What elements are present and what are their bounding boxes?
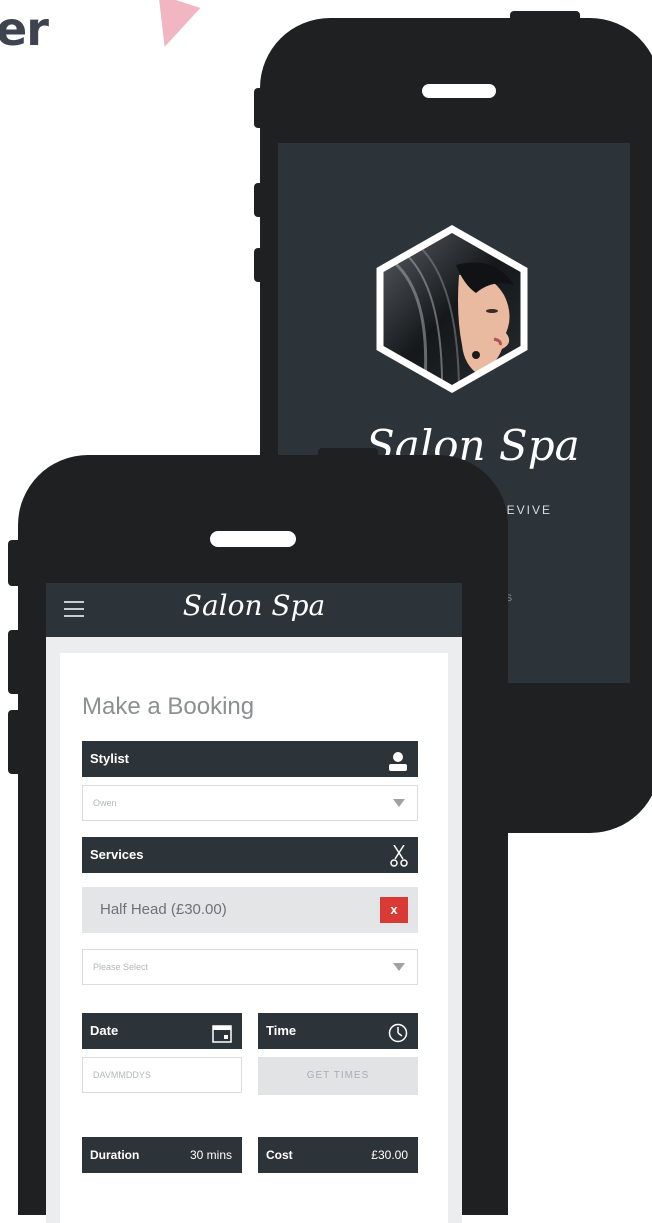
app-header: Salon Spa bbox=[46, 583, 462, 637]
power-button bbox=[510, 11, 580, 25]
service-name: Half Head (£30.00) bbox=[100, 901, 227, 918]
services-header: Services bbox=[82, 837, 418, 873]
service-item: Half Head (£30.00) x bbox=[82, 887, 418, 933]
date-label: Date bbox=[90, 1023, 119, 1038]
services-select[interactable]: Please Select bbox=[82, 949, 418, 985]
speaker-slot bbox=[422, 84, 496, 98]
mute-switch bbox=[254, 88, 268, 128]
stylist-header: Stylist bbox=[82, 741, 418, 777]
mute-switch bbox=[8, 540, 24, 586]
front-phone: Salon Spa Make a Booking Stylist Owen Se… bbox=[8, 448, 508, 1223]
duration-value: 30 mins bbox=[189, 1148, 232, 1162]
services-label: Services bbox=[90, 847, 144, 862]
date-header: Date bbox=[82, 1013, 242, 1049]
duration-label: Duration bbox=[90, 1148, 140, 1162]
time-header: Time bbox=[258, 1013, 418, 1049]
hexagon-portrait bbox=[364, 215, 540, 403]
remove-service-button[interactable]: x bbox=[380, 897, 408, 923]
scissors-icon bbox=[390, 844, 408, 881]
booking-screen: Salon Spa Make a Booking Stylist Owen Se… bbox=[46, 583, 462, 1223]
user-icon bbox=[388, 749, 408, 785]
cost-label: Cost bbox=[266, 1148, 293, 1162]
stylist-label: Stylist bbox=[90, 751, 130, 766]
filter-icon bbox=[393, 799, 405, 807]
filter-icon bbox=[393, 963, 405, 971]
date-input[interactable]: DAVMMDDYS bbox=[82, 1057, 242, 1093]
booking-title: Make a Booking bbox=[82, 693, 255, 720]
calendar-icon bbox=[212, 1021, 232, 1057]
speaker-slot bbox=[210, 531, 296, 547]
booking-card: Make a Booking Stylist Owen Services Hal… bbox=[60, 653, 448, 1223]
get-times-button[interactable]: GET TIMES bbox=[258, 1057, 418, 1095]
date-value: DAVMMDDYS bbox=[93, 1070, 151, 1080]
decorative-swoosh bbox=[143, 0, 201, 54]
stylist-selected: Owen bbox=[93, 798, 117, 808]
volume-up-button bbox=[254, 183, 268, 217]
time-label: Time bbox=[266, 1023, 297, 1038]
cost-value: £30.00 bbox=[371, 1148, 408, 1162]
volume-down-button bbox=[8, 710, 24, 774]
stylist-select[interactable]: Owen bbox=[82, 785, 418, 821]
power-button bbox=[318, 448, 378, 462]
volume-down-button bbox=[254, 248, 268, 282]
volume-up-button bbox=[8, 630, 24, 694]
clock-icon bbox=[388, 1021, 408, 1057]
page-heading-fragment: er bbox=[0, 2, 49, 56]
duration-bar: Duration 30 mins bbox=[82, 1137, 242, 1173]
services-placeholder: Please Select bbox=[93, 962, 149, 972]
cost-bar: Cost £30.00 bbox=[258, 1137, 418, 1173]
app-title: Salon Spa bbox=[182, 589, 326, 622]
